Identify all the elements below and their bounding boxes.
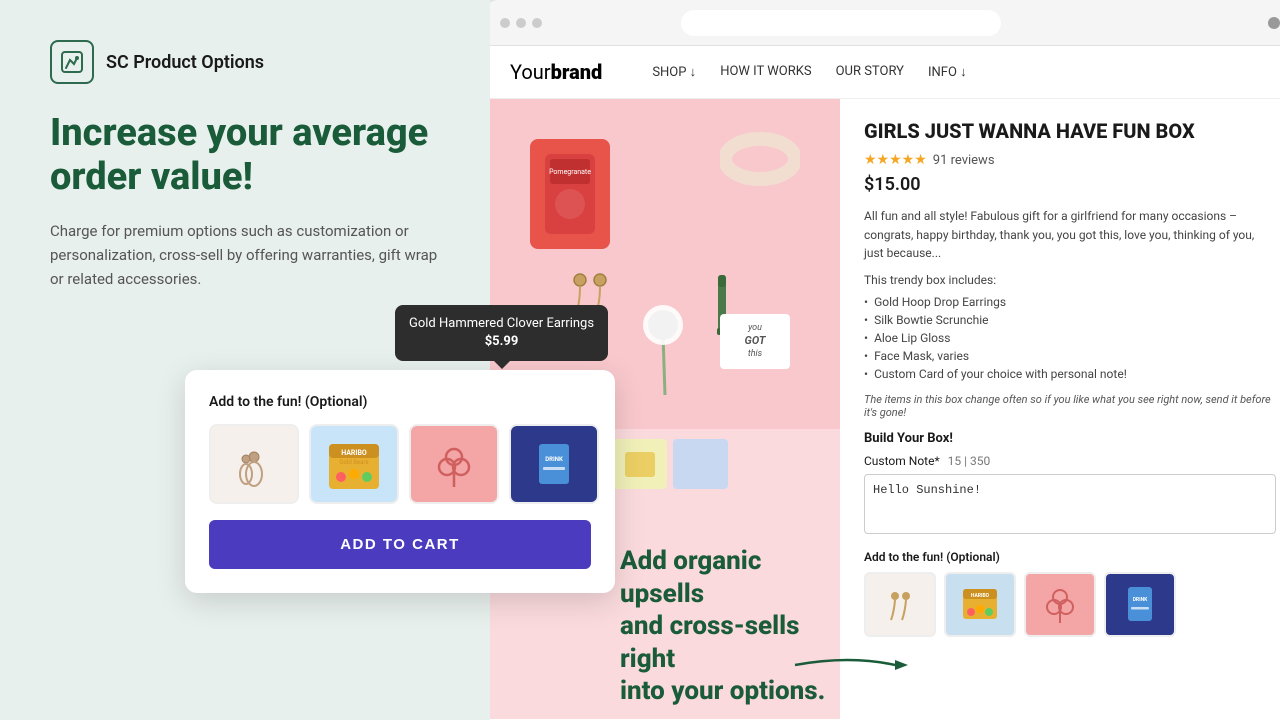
product-price: $15.00: [864, 174, 1276, 195]
thumb-strip-4[interactable]: [673, 439, 728, 489]
svg-text:DRINK: DRINK: [545, 456, 563, 463]
logo-icon: [50, 40, 94, 84]
thumb-drink[interactable]: DRINK: [509, 424, 599, 504]
opt-thumb-drink[interactable]: DRINK: [1104, 572, 1176, 637]
opt-thumb-gummy[interactable]: HARIBO: [944, 572, 1016, 637]
headline: Increase your average order value!: [50, 112, 440, 199]
tooltip-name: Gold Hammered Clover Earrings: [409, 315, 594, 333]
product-description: All fun and all style! Fabulous gift for…: [864, 207, 1276, 263]
you-got-this-card: you GOT this: [720, 314, 790, 369]
face-mask: Pomegranate: [530, 139, 610, 249]
reviews: 91 reviews: [933, 153, 995, 168]
list-item: Gold Hoop Drop Earrings: [864, 293, 1276, 311]
custom-note-label: Custom Note*: [864, 454, 940, 468]
build-title: Build Your Box!: [864, 431, 1276, 446]
add-to-cart-button[interactable]: ADD TO CART: [209, 520, 591, 569]
char-count: 15 | 350: [948, 454, 991, 468]
italic-note: The items in this box change often so if…: [864, 393, 1276, 419]
nav-how[interactable]: HOW IT WORKS: [720, 64, 811, 80]
svg-text:Gold Bears: Gold Bears: [339, 459, 368, 466]
nav-info[interactable]: INFO ↓: [928, 64, 967, 80]
browser-dots: [500, 18, 542, 28]
thumb-gummy[interactable]: HARIBO Gold Bears: [309, 424, 399, 504]
scrunchie: [720, 119, 800, 203]
nav-story[interactable]: OUR STORY: [836, 64, 904, 80]
pom-pom: [635, 285, 695, 399]
list-item: Silk Bowtie Scrunchie: [864, 311, 1276, 329]
thumb-strip-3[interactable]: [612, 439, 667, 489]
product-details: GIRLS JUST WANNA HAVE FUN BOX ★★★★★ 91 r…: [840, 99, 1280, 719]
brand-bold: brand: [551, 60, 603, 84]
card-title: Add to the fun! (Optional): [209, 394, 591, 410]
stars: ★★★★★: [864, 152, 927, 168]
dot-red: [500, 18, 510, 28]
dot-green: [532, 18, 542, 28]
floating-card: Gold Hammered Clover Earrings $5.99 Add …: [185, 370, 615, 593]
brand-name: Yourbrand: [510, 60, 602, 84]
opt-thumb-clover[interactable]: [1024, 572, 1096, 637]
svg-text:HARIBO: HARIBO: [971, 593, 990, 599]
includes-list: Gold Hoop Drop Earrings Silk Bowtie Scru…: [864, 293, 1276, 383]
subtext: Charge for premium options such as custo…: [50, 219, 440, 291]
thumb-clover[interactable]: [409, 424, 499, 504]
nav-items: SHOP ↓ HOW IT WORKS OUR STORY INFO ↓: [652, 64, 966, 80]
list-item: Face Mask, varies: [864, 347, 1276, 365]
arrow-icon: [790, 650, 910, 684]
product-thumbs: HARIBO Gold Bears DR: [209, 424, 591, 504]
custom-note-input[interactable]: Hello Sunshine!: [864, 474, 1276, 534]
app-name: SC Product Options: [106, 52, 264, 73]
includes-title: This trendy box includes:: [864, 273, 1276, 287]
custom-note-row: Custom Note* 15 | 350: [864, 454, 1276, 468]
browser-bar: [480, 0, 1280, 46]
svg-text:DRINK: DRINK: [1133, 597, 1148, 603]
nav-shop[interactable]: SHOP ↓: [652, 64, 696, 80]
opt-thumb-earrings[interactable]: [864, 572, 936, 637]
stars-row: ★★★★★ 91 reviews: [864, 152, 1276, 168]
tooltip: Gold Hammered Clover Earrings $5.99: [395, 305, 608, 361]
upsell-line2: and cross-sells right: [620, 611, 800, 674]
shop-nav: Yourbrand SHOP ↓ HOW IT WORKS OUR STORY …: [480, 46, 1280, 99]
tooltip-price: $5.99: [409, 333, 594, 351]
svg-text:Pomegranate: Pomegranate: [549, 168, 591, 176]
brand-first: Your: [510, 60, 551, 84]
dot-yellow: [516, 18, 526, 28]
svg-text:HARIBO: HARIBO: [341, 449, 367, 457]
upsell-line1: Add organic upsells: [620, 546, 761, 609]
product-options-row: HARIBO: [864, 572, 1276, 637]
logo-row: SC Product Options: [50, 40, 440, 84]
add-fun-title: Add to the fun! (Optional): [864, 550, 1276, 564]
list-item: Custom Card of your choice with personal…: [864, 365, 1276, 383]
thumb-earrings[interactable]: [209, 424, 299, 504]
product-title: GIRLS JUST WANNA HAVE FUN BOX: [864, 119, 1276, 144]
camera-dot: [1268, 17, 1280, 29]
url-bar: [681, 10, 1001, 36]
list-item: Aloe Lip Gloss: [864, 329, 1276, 347]
